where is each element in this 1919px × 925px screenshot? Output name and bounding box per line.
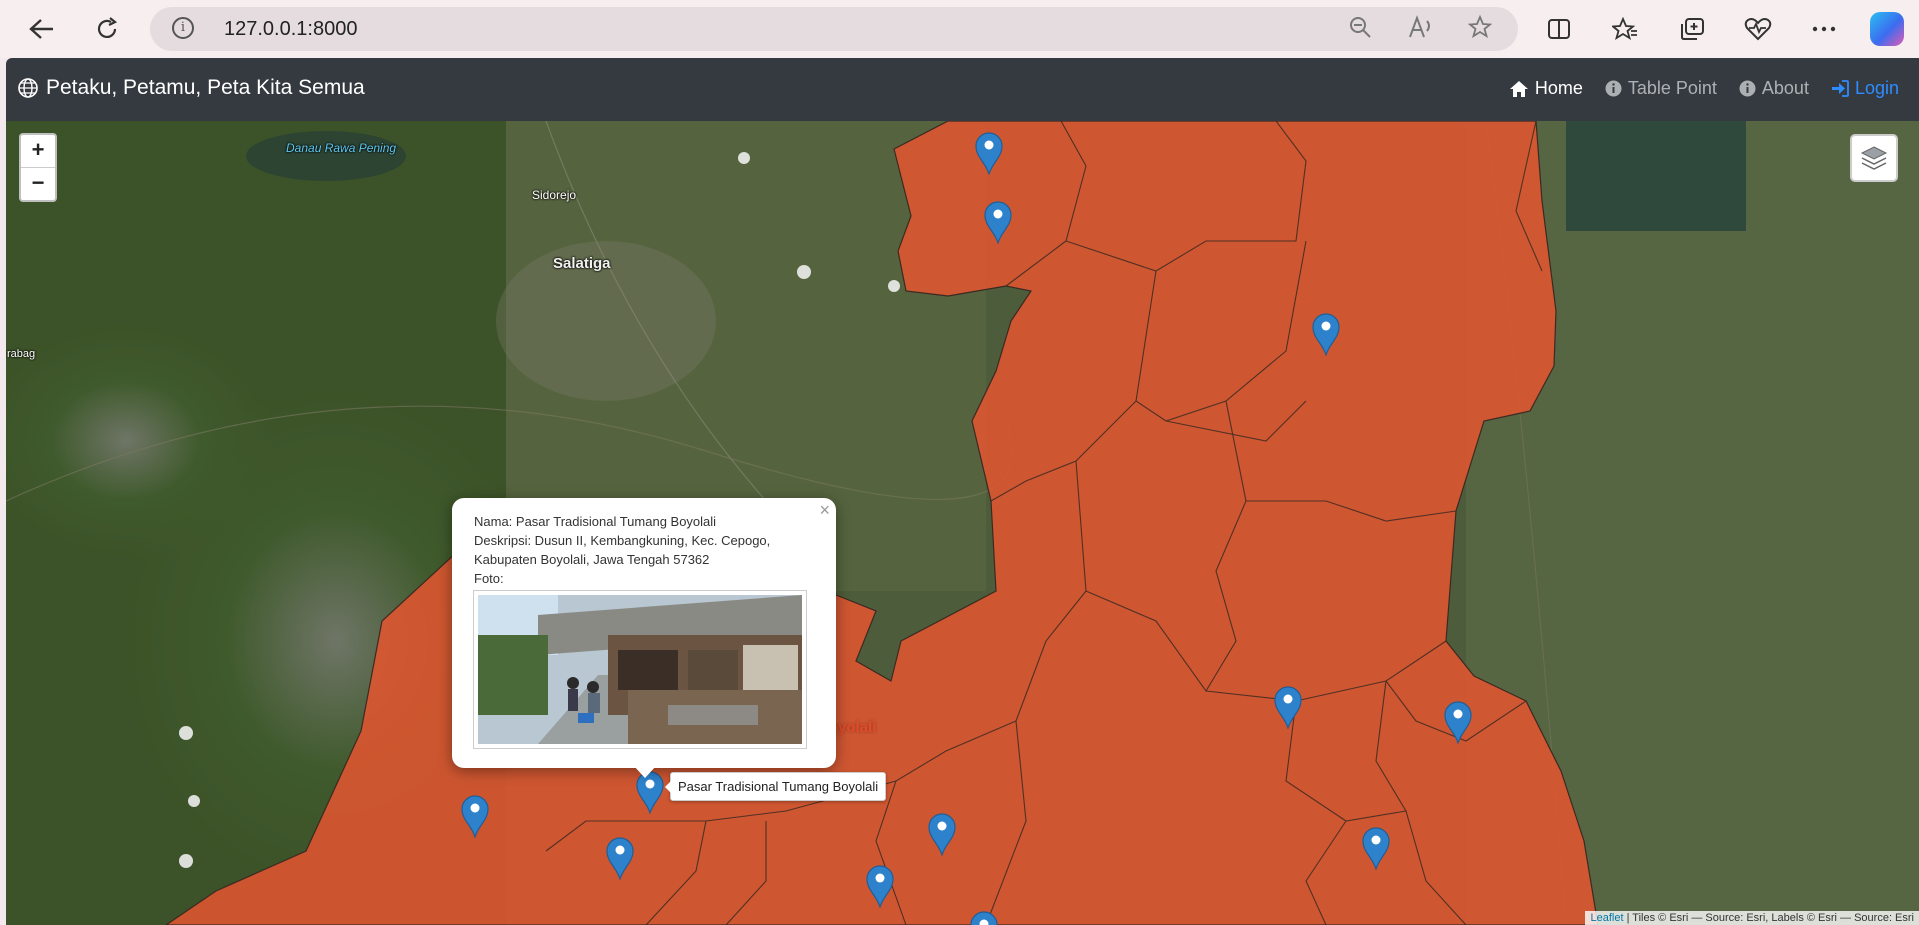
nav-table-point-label: Table Point — [1627, 78, 1717, 98]
popup-deskripsi: Deskripsi: Dusun II, Kembangkuning, Kec.… — [474, 533, 771, 567]
brand[interactable]: Petaku, Petamu, Peta Kita Semua — [18, 76, 365, 100]
map-marker[interactable] — [927, 812, 957, 858]
zoom-control: + − — [19, 133, 57, 202]
address-bar[interactable]: i 127.0.0.1:8000 — [150, 7, 1518, 51]
refresh-icon[interactable] — [90, 12, 124, 46]
map-marker[interactable] — [974, 131, 1004, 177]
map-marker[interactable] — [460, 794, 490, 840]
label-rabag: rabag — [7, 348, 36, 360]
collections-icon[interactable] — [1675, 12, 1709, 46]
zoom-out-button[interactable]: − — [21, 168, 55, 200]
nav-about-label: About — [1761, 78, 1809, 98]
nav-about[interactable]: About — [1739, 78, 1809, 99]
split-screen-icon[interactable] — [1542, 12, 1576, 46]
map-attribution: Leaflet | Tiles © Esri — Source: Esri, L… — [1585, 911, 1919, 925]
attribution-text: | Tiles © Esri — Source: Esri, Labels © … — [1623, 912, 1914, 924]
app-window: Petaku, Petamu, Peta Kita Semua Home Tab… — [6, 58, 1919, 925]
back-icon[interactable] — [25, 12, 59, 46]
market-photo-image — [478, 595, 802, 744]
brand-title: Petaku, Petamu, Peta Kita Semua — [46, 76, 365, 99]
popup-close-button[interactable]: × — [819, 500, 830, 521]
zoom-out-icon[interactable] — [1348, 15, 1372, 45]
map[interactable]: Danau Rawa Pening Sidorejo Salatiga raba… — [6, 121, 1919, 925]
sign-in-icon — [1831, 80, 1849, 97]
satellite-basemap — [6, 121, 1919, 925]
map-marker[interactable] — [1443, 700, 1473, 746]
favorite-star-icon[interactable] — [1467, 14, 1493, 45]
nav-table-point[interactable]: Table Point — [1605, 78, 1717, 99]
nav-home[interactable]: Home — [1509, 78, 1583, 99]
popup-content: Nama: Pasar Tradisional Tumang Boyolali … — [474, 512, 804, 588]
leaflet-link[interactable]: Leaflet — [1590, 912, 1623, 924]
popup-foto-label: Foto: — [474, 571, 504, 586]
label-lake: Danau Rawa Pening — [286, 141, 397, 155]
url-text: 127.0.0.1:8000 — [224, 18, 358, 40]
label-salatiga: Salatiga — [553, 255, 611, 272]
layers-control-button[interactable] — [1850, 134, 1898, 182]
navbar: Petaku, Petamu, Peta Kita Semua Home Tab… — [6, 58, 1919, 121]
health-icon[interactable] — [1741, 12, 1775, 46]
info-circle-icon — [1739, 80, 1756, 97]
map-marker[interactable] — [983, 200, 1013, 246]
map-marker[interactable] — [1273, 685, 1303, 731]
more-icon[interactable] — [1807, 12, 1841, 46]
layers-icon — [1860, 146, 1888, 170]
label-sidorejo: Sidorejo — [532, 188, 577, 202]
map-marker[interactable] — [1361, 826, 1391, 872]
info-icon[interactable]: i — [172, 17, 194, 39]
globe-icon — [18, 78, 38, 98]
browser-toolbar: i 127.0.0.1:8000 — [0, 0, 1919, 58]
nav-login[interactable]: Login — [1831, 78, 1899, 99]
popup-tip — [634, 766, 656, 778]
nav-login-label: Login — [1854, 78, 1899, 98]
map-marker[interactable] — [865, 864, 895, 910]
info-circle-icon — [1605, 80, 1622, 97]
map-marker[interactable] — [969, 910, 999, 925]
popup-photo — [473, 590, 807, 749]
marker-popup: × Nama: Pasar Tradisional Tumang Boyolal… — [452, 498, 836, 778]
nav-links: Home Table Point About Login — [1509, 78, 1899, 99]
favorites-icon[interactable] — [1608, 12, 1642, 46]
map-marker[interactable] — [1311, 312, 1341, 358]
zoom-in-button[interactable]: + — [21, 135, 55, 168]
nav-home-label: Home — [1534, 78, 1583, 98]
marker-tooltip: Pasar Tradisional Tumang Boyolali — [664, 772, 887, 801]
read-aloud-icon[interactable] — [1408, 15, 1434, 45]
home-icon — [1509, 80, 1528, 97]
map-marker[interactable] — [605, 836, 635, 882]
popup-nama: Nama: Pasar Tradisional Tumang Boyolali — [474, 514, 717, 529]
copilot-icon[interactable] — [1870, 12, 1904, 46]
